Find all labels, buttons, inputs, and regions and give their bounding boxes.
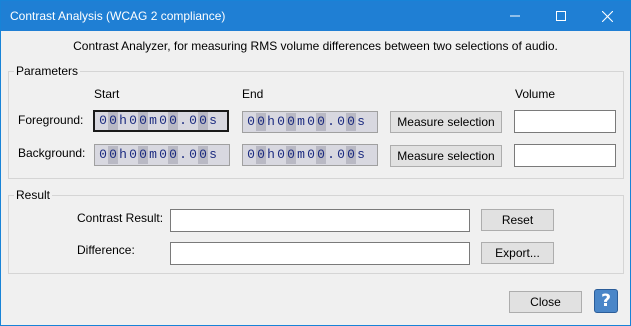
time-digit[interactable]: 0: [188, 112, 198, 130]
time-digit[interactable]: 0: [188, 146, 198, 164]
foreground-volume-field[interactable]: [514, 110, 616, 133]
time-digit[interactable]: 0: [98, 146, 108, 164]
time-digit[interactable]: 0: [246, 113, 256, 131]
time-unit-separator: h: [267, 147, 275, 162]
time-digit[interactable]: 0: [246, 146, 256, 164]
time-digit[interactable]: 0: [306, 113, 316, 131]
time-unit-separator: m: [297, 147, 305, 162]
close-icon: [601, 10, 613, 22]
time-digit[interactable]: 0: [138, 112, 148, 130]
background-volume-field[interactable]: [514, 144, 616, 167]
time-digit[interactable]: 0: [306, 146, 316, 164]
foreground-end-time[interactable]: 00h00m00.00s: [242, 111, 378, 133]
dialog-description: Contrast Analyzer, for measuring RMS vol…: [73, 39, 558, 53]
time-digit[interactable]: 0: [276, 146, 286, 164]
volume-column-header: Volume: [515, 87, 556, 101]
difference-label: Difference:: [77, 243, 135, 257]
time-unit-separator: h: [119, 147, 127, 162]
help-icon: ?: [601, 291, 611, 311]
foreground-measure-selection-button[interactable]: Measure selection: [390, 111, 502, 133]
time-unit-separator: .: [179, 147, 187, 162]
background-start-time[interactable]: 00h00m00.00s: [94, 144, 230, 166]
export-button[interactable]: Export...: [481, 242, 554, 264]
time-digit[interactable]: 0: [336, 113, 346, 131]
time-unit-separator: m: [149, 113, 157, 128]
foreground-label: Foreground:: [18, 113, 84, 127]
time-digit[interactable]: 0: [198, 112, 208, 130]
time-digit[interactable]: 0: [256, 146, 266, 164]
difference-field[interactable]: [170, 242, 470, 265]
contrast-result-field[interactable]: [170, 209, 470, 232]
time-digit[interactable]: 0: [316, 146, 326, 164]
start-column-header: Start: [94, 87, 120, 101]
time-unit-separator: m: [149, 147, 157, 162]
time-digit[interactable]: 0: [316, 113, 326, 131]
time-digit[interactable]: 0: [158, 112, 168, 130]
close-button[interactable]: Close: [509, 291, 582, 313]
time-digit[interactable]: 0: [286, 146, 296, 164]
time-unit-separator: .: [327, 114, 335, 129]
time-unit-separator: .: [179, 113, 187, 128]
end-column-header: End: [242, 87, 264, 101]
contrast-result-label: Contrast Result:: [77, 211, 164, 225]
background-label: Background:: [18, 146, 86, 160]
time-digit[interactable]: 0: [158, 146, 168, 164]
time-digit[interactable]: 0: [346, 113, 356, 131]
title-bar[interactable]: Contrast Analysis (WCAG 2 compliance): [1, 1, 630, 31]
minimize-button[interactable]: [492, 1, 538, 31]
time-digit[interactable]: 0: [138, 146, 148, 164]
time-unit-separator: s: [357, 114, 365, 129]
time-digit[interactable]: 0: [276, 113, 286, 131]
time-unit-separator: s: [209, 113, 217, 128]
time-unit-separator: .: [327, 147, 335, 162]
time-digit[interactable]: 0: [198, 146, 208, 164]
parameters-group-label: Parameters: [14, 64, 81, 78]
time-digit[interactable]: 0: [168, 112, 178, 130]
time-digit[interactable]: 0: [128, 146, 138, 164]
time-digit[interactable]: 0: [98, 112, 108, 130]
maximize-icon: [556, 11, 566, 21]
time-unit-separator: s: [209, 147, 217, 162]
background-end-time[interactable]: 00h00m00.00s: [242, 144, 378, 166]
maximize-button[interactable]: [538, 1, 584, 31]
time-digit[interactable]: 0: [286, 113, 296, 131]
time-digit[interactable]: 0: [128, 112, 138, 130]
time-digit[interactable]: 0: [256, 113, 266, 131]
time-unit-separator: m: [297, 114, 305, 129]
time-digit[interactable]: 0: [336, 146, 346, 164]
reset-button[interactable]: Reset: [481, 209, 554, 231]
minimize-icon: [510, 15, 520, 17]
time-digit[interactable]: 0: [108, 112, 118, 130]
result-group-label: Result: [14, 188, 53, 202]
background-measure-selection-button[interactable]: Measure selection: [390, 145, 502, 167]
time-unit-separator: h: [119, 113, 127, 128]
help-button[interactable]: ?: [594, 289, 618, 313]
foreground-start-time[interactable]: 00h00m00.00s: [93, 110, 229, 132]
time-unit-separator: h: [267, 114, 275, 129]
time-digit[interactable]: 0: [168, 146, 178, 164]
time-digit[interactable]: 0: [108, 146, 118, 164]
window-title: Contrast Analysis (WCAG 2 compliance): [10, 9, 226, 23]
time-digit[interactable]: 0: [346, 146, 356, 164]
close-window-button[interactable]: [584, 1, 630, 31]
time-unit-separator: s: [357, 147, 365, 162]
contrast-analysis-dialog: Contrast Analysis (WCAG 2 compliance) Co…: [0, 0, 631, 326]
